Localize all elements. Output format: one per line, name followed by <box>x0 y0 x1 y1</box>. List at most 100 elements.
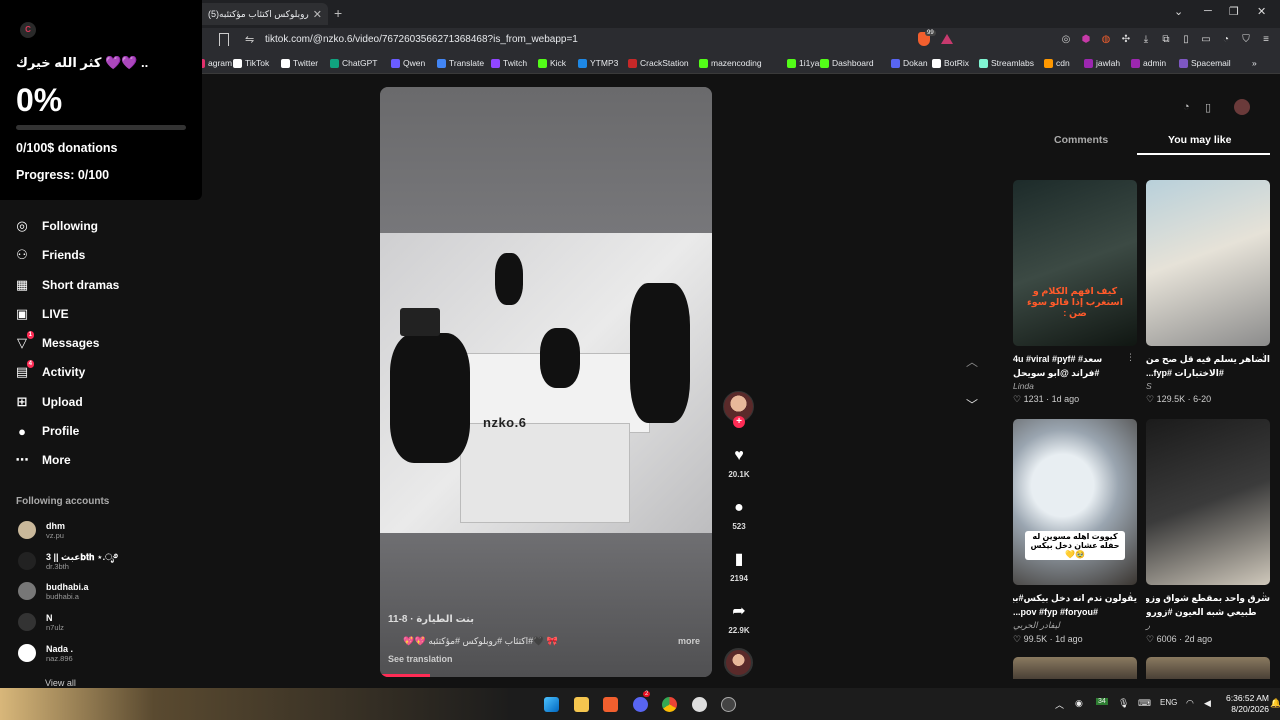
video-author[interactable]: بنت الطيارة · 8-11 <box>388 614 474 625</box>
sidebar-item-profile[interactable]: ● Profile <box>14 421 79 441</box>
sidebar-item-more[interactable]: ⋯ More <box>14 450 71 470</box>
restore-icon[interactable]: ❐ <box>1229 5 1239 18</box>
url-field[interactable]: tiktok.com/@nzko.6/video/767260356627136… <box>265 34 578 45</box>
bookmark-item[interactable]: Dokan <box>891 58 928 68</box>
bookmark-item[interactable]: Twitter <box>281 58 318 68</box>
following-account[interactable]: Nada . naz.896 <box>18 641 73 665</box>
video-title[interactable]: الضاهر يسلم فيه قل صح من #الاختبارات #fyp… <box>1146 352 1270 380</box>
brave-rewards-icon[interactable] <box>941 34 953 44</box>
bookmark-item[interactable]: ChatGPT <box>330 58 377 68</box>
device-icon[interactable]: ▯ <box>1205 101 1211 114</box>
more-options-icon[interactable]: ⋮ <box>1259 352 1268 363</box>
share-button[interactable]: ➦ 22.9K <box>724 602 754 635</box>
tab-search-icon[interactable]: ⌄ <box>1174 5 1183 18</box>
discord-tray-icon[interactable]: ◉ <box>1075 698 1083 709</box>
wallet-icon[interactable]: ▭ <box>1200 34 1212 46</box>
download-icon[interactable]: ⤓ <box>1140 34 1152 46</box>
bookmark-item[interactable]: Kick <box>538 58 566 68</box>
brave-icon[interactable] <box>603 697 618 712</box>
bookmark-item[interactable]: Twitch <box>491 58 527 68</box>
video-author[interactable]: ليفادر الحربي <box>1013 620 1137 631</box>
follow-plus-icon[interactable]: + <box>733 416 745 428</box>
tray-badge[interactable]: 34 <box>1096 698 1108 705</box>
bookmark-item[interactable]: YTMP3 <box>578 58 618 68</box>
video-author[interactable]: ر <box>1146 620 1270 631</box>
more-options-icon[interactable]: ⋮ <box>1126 352 1135 363</box>
sidebar-item-activity[interactable]: ▤ 4 Activity <box>14 360 85 382</box>
bookmark-item[interactable]: Dashboard <box>820 58 874 68</box>
comment-button[interactable]: ● 523 <box>724 498 754 531</box>
video-thumbnail[interactable] <box>1146 419 1270 585</box>
view-all-link[interactable]: View all <box>45 678 76 688</box>
previous-video-icon[interactable]: ︿ <box>966 353 978 370</box>
save-button[interactable]: ▮ 2194 <box>724 550 754 583</box>
video-card[interactable]: الضاهر يسلم فيه قل صح من #الاختبارات #fyp… <box>1146 180 1270 405</box>
bookmarks-overflow-icon[interactable]: » <box>1252 58 1257 68</box>
sidebar-item-friends[interactable]: ⚇ Friends <box>14 245 85 265</box>
close-tab-icon[interactable]: ✕ <box>313 8 322 21</box>
browser-tab[interactable]: روبلوكس اكتئاب مؤكتئبه(5) ✕ <box>196 3 328 25</box>
video-thumbnail[interactable] <box>1146 180 1270 346</box>
sidebar-item-upload[interactable]: ⊞ Upload <box>14 392 83 412</box>
extensions-puzzle-icon[interactable]: ✣ <box>1120 34 1132 46</box>
video-card[interactable]: كيووت اهله مسوين له حفله عشان دخل بيكس🥹💛… <box>1013 419 1137 645</box>
vpn-icon[interactable]: ◔ <box>1220 34 1232 46</box>
tab-you-may-like[interactable]: You may like <box>1168 134 1231 146</box>
menu-icon[interactable]: ≡ <box>1260 34 1272 46</box>
bookmark-icon[interactable] <box>219 33 229 46</box>
extension-icon[interactable]: ◎ <box>1060 34 1072 46</box>
bookmark-item[interactable]: jawlah <box>1084 58 1120 68</box>
video-card[interactable]: كيف افهم الكلام و استغرب إذا قالو سوء ضن… <box>1013 180 1137 405</box>
tab-comments[interactable]: Comments <box>1054 134 1108 146</box>
show-hidden-icons[interactable]: ︿ <box>1055 698 1064 711</box>
following-account[interactable]: dhm vz.pu <box>18 518 65 542</box>
video-thumbnail[interactable]: كيف افهم الكلام و استغرب إذا قالو سوء ضن… <box>1013 180 1137 346</box>
bookmark-item[interactable]: Spacemail <box>1179 58 1231 68</box>
bookmark-item[interactable]: admin <box>1131 58 1166 68</box>
file-explorer-icon[interactable] <box>574 697 589 712</box>
language-indicator[interactable]: ENG <box>1160 698 1177 707</box>
screenshot-icon[interactable]: ⧉ <box>1160 34 1172 46</box>
video-thumbnail[interactable] <box>1146 657 1270 679</box>
video-progress-bar[interactable] <box>380 674 430 677</box>
video-author[interactable]: Linda <box>1013 381 1137 391</box>
video-thumbnail[interactable] <box>1013 657 1137 679</box>
new-tab-icon[interactable]: + <box>334 5 342 21</box>
sidebar-icon[interactable]: ▯ <box>1180 34 1192 46</box>
music-disc-icon[interactable] <box>724 648 753 677</box>
bookmark-item[interactable]: 1i1yas <box>787 58 824 68</box>
more-options-icon[interactable]: ⋮ <box>1259 591 1268 602</box>
video-title[interactable]: شرق واحد بمقطع شواق وزور مو طبيعي شبه الع… <box>1146 591 1270 619</box>
sidebar-item-messages[interactable]: ▽ 1 Messages <box>14 331 99 353</box>
extension-icon[interactable]: ◍ <box>1100 34 1112 46</box>
bookmark-item[interactable]: cdn <box>1044 58 1070 68</box>
sidebar-item-live[interactable]: ▣ LIVE <box>14 304 69 324</box>
notification-bell-icon[interactable]: 🔔 <box>1270 698 1280 709</box>
close-window-icon[interactable]: ✕ <box>1257 5 1266 18</box>
site-info-icon[interactable]: ⇋ <box>245 33 254 46</box>
volume-icon[interactable]: ◀ <box>1204 698 1211 709</box>
sidebar-item-following[interactable]: ◎ Following <box>14 216 98 236</box>
bookmark-item[interactable]: BotRix <box>932 58 969 68</box>
following-account[interactable]: budhabi.a budhabi.a <box>18 579 89 603</box>
following-account[interactable]: 3 || عبث𝐛𝐭𝐡 ⋆.ೃ࿔ dr.3bth <box>18 549 118 573</box>
user-avatar[interactable] <box>1234 99 1250 115</box>
extension-icon[interactable]: ⬢ <box>1080 34 1092 46</box>
caption-more-button[interactable]: more <box>678 636 700 646</box>
video-title[interactable]: يقولون ندم انه دخل بيكس#بيكس #pov #fyp #f… <box>1013 591 1137 619</box>
video-title[interactable]: سعد# #4u #viral #pyf #فراند @ابو سويحل <box>1013 352 1137 380</box>
more-options-icon[interactable]: ⋮ <box>1126 591 1135 602</box>
taskbar-clock[interactable]: 6:36:52 AM 8/20/2026 <box>1226 693 1269 715</box>
next-video-icon[interactable]: ﹀ <box>966 396 978 413</box>
following-account[interactable]: Nn7ulz <box>18 610 64 634</box>
keyboard-icon[interactable]: ⌨ <box>1138 698 1151 709</box>
shield-check-icon[interactable]: ⛉ <box>1240 34 1252 46</box>
bookmark-item[interactable]: Streamlabs <box>979 58 1034 68</box>
minimize-icon[interactable]: ─ <box>1204 5 1212 17</box>
bookmark-item[interactable]: CrackStation <box>628 58 689 68</box>
video-player[interactable]: nzko.6 بنت الطيارة · 8-11 🎀 🖤#اكتئاب #رو… <box>380 87 712 677</box>
bookmark-item[interactable]: TikTok <box>233 58 269 68</box>
steam-icon[interactable] <box>692 697 707 712</box>
get-coins-icon[interactable]: ◔ <box>1183 101 1190 113</box>
obs-icon[interactable] <box>721 697 736 712</box>
